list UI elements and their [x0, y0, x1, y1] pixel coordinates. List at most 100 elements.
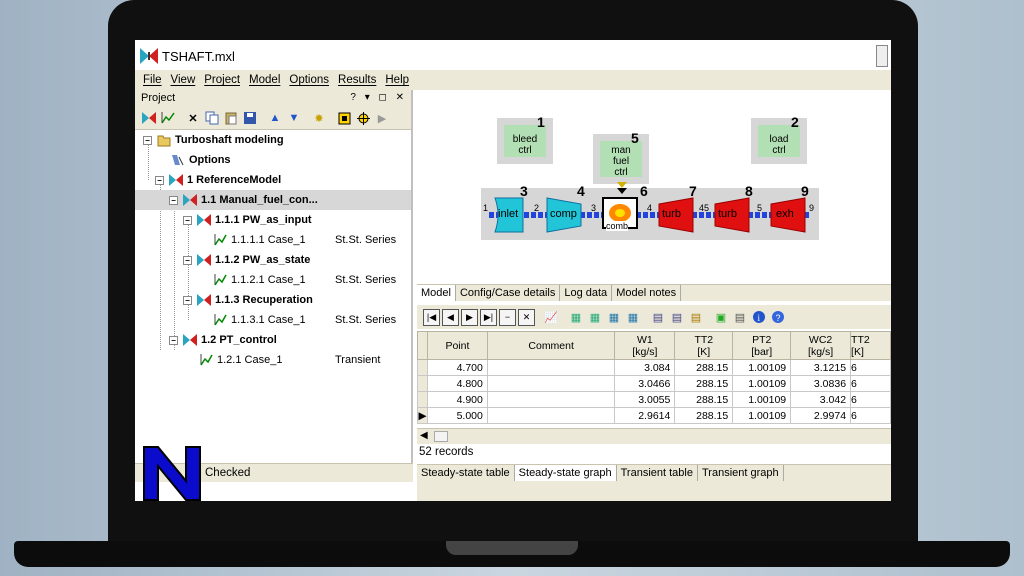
options-icon	[172, 155, 184, 166]
column-icon[interactable]: ▦	[568, 309, 584, 325]
cancel-edit-icon[interactable]: ✕	[518, 308, 535, 326]
info-icon[interactable]: i	[751, 309, 767, 325]
settings-icon[interactable]: ▤	[732, 309, 748, 325]
tree-item[interactable]: − 1.1.3 Recuperation	[135, 290, 411, 310]
column-remove-icon[interactable]: ▦	[625, 309, 641, 325]
sparkle-icon[interactable]: ✸	[311, 110, 327, 126]
tree-item[interactable]: Options	[135, 150, 411, 170]
tree-item[interactable]: 1.1.3.1 Case_1 St.St. Series	[135, 310, 411, 330]
model-icon	[197, 214, 211, 226]
tab-steady-state-table[interactable]: Steady-state table	[417, 465, 515, 481]
model-diagram: bleedctrl 1 manfuelctrl 5 loadctrl 2	[417, 90, 891, 282]
last-record-icon[interactable]: ▶|	[480, 308, 497, 326]
horizontal-scrollbar[interactable]: ◀	[417, 428, 891, 444]
export-icon[interactable]: ▤	[650, 309, 666, 325]
title-bar: TSHAFT.mxl	[135, 40, 891, 70]
project-tree: − Turboshaft modeling Options − 1 Refere…	[135, 130, 411, 370]
component-number: 7	[689, 183, 697, 199]
paste-table-icon[interactable]: ▤	[688, 309, 704, 325]
tab-model-notes[interactable]: Model notes	[612, 285, 682, 301]
power-turbine-label[interactable]: turb	[718, 208, 737, 220]
inlet-label[interactable]: inlet	[498, 208, 518, 220]
column-header[interactable]: W1 [kg/s]	[614, 331, 676, 360]
current-row-marker: ▶	[417, 407, 428, 424]
column-header[interactable]: TT2 [K]	[674, 331, 734, 360]
component-number: 9	[801, 183, 809, 199]
compressor-label[interactable]: comp	[550, 208, 577, 220]
station-number: 3	[591, 203, 597, 213]
save-icon[interactable]	[242, 110, 258, 126]
tree-item[interactable]: − 1.1.2 PW_as_state	[135, 250, 411, 270]
scroll-thumb[interactable]	[434, 431, 448, 442]
menu-bar: File View Project Model Options Results …	[135, 70, 891, 90]
manual-fuel-control-block[interactable]: man fuel ctrl	[593, 134, 649, 184]
tab-config-case-details[interactable]: Config/Case details	[456, 285, 561, 301]
column-header[interactable]: Comment	[486, 331, 616, 360]
tab-steady-state-graph[interactable]: Steady-state graph	[514, 465, 617, 481]
tab-log-data[interactable]: Log data	[560, 285, 613, 301]
record-count: 52 records	[419, 446, 474, 458]
import-icon[interactable]: ▣	[713, 309, 729, 325]
scroll-left-icon[interactable]: ◀	[420, 430, 428, 441]
crosshair-icon[interactable]	[355, 110, 371, 126]
copy-table-icon[interactable]: ▤	[669, 309, 685, 325]
frame-icon[interactable]	[336, 110, 352, 126]
component-number: 5	[631, 130, 639, 146]
column-add-icon[interactable]: ▦	[587, 309, 603, 325]
column-header[interactable]: WC2 [kg/s]	[790, 331, 852, 360]
menu-project[interactable]: Project	[204, 74, 240, 86]
table-row[interactable]: 4.900 3.0055 288.15 1.00109 3.042 6	[417, 391, 891, 408]
prev-record-icon[interactable]: ◀	[442, 308, 459, 326]
table-row[interactable]: 4.800 3.0466 288.15 1.00109 3.0836 6	[417, 375, 891, 392]
tree-item[interactable]: − 1.2 PT_control	[135, 330, 411, 350]
new-case-icon[interactable]	[160, 110, 176, 126]
model-icon	[183, 194, 197, 206]
combustor-label[interactable]: comb	[606, 221, 629, 231]
column-header[interactable]: TT2 [K]	[850, 331, 891, 360]
column-move-icon[interactable]: ▦	[606, 309, 622, 325]
model-icon	[197, 254, 211, 266]
tab-model[interactable]: Model	[417, 285, 456, 301]
tree-item[interactable]: 1.2.1 Case_1 Transient	[135, 350, 411, 370]
menu-help[interactable]: Help	[385, 74, 409, 86]
tree-item[interactable]: − Turboshaft modeling	[135, 130, 407, 150]
tree-item[interactable]: − 1.1 Manual_fuel_con...	[135, 190, 411, 210]
next-record-icon[interactable]: ▶	[461, 308, 478, 326]
exhaust-label[interactable]: exh	[776, 208, 794, 220]
move-up-icon[interactable]: ▲	[267, 110, 283, 126]
model-icon	[197, 294, 211, 306]
tree-item[interactable]: 1.1.1.1 Case_1 St.St. Series	[135, 230, 411, 250]
tree-item[interactable]: 1.1.2.1 Case_1 St.St. Series	[135, 270, 411, 290]
first-record-icon[interactable]: |◀	[423, 308, 440, 326]
case-graph-icon	[200, 354, 213, 366]
delete-record-icon[interactable]: −	[499, 308, 516, 326]
new-model-icon[interactable]	[141, 110, 157, 126]
run-icon[interactable]: ▶	[374, 110, 390, 126]
project-panel-title: Project	[141, 92, 176, 104]
graph-icon[interactable]: 📈	[543, 309, 559, 325]
panel-window-controls[interactable]: ? ▾ ◻ ✕	[350, 92, 407, 103]
tab-transient-graph[interactable]: Transient graph	[698, 465, 784, 481]
turbine-label[interactable]: turb	[662, 208, 681, 220]
menu-model[interactable]: Model	[249, 74, 280, 86]
component-number: 2	[791, 114, 799, 130]
channel-logo	[143, 446, 201, 501]
menu-results[interactable]: Results	[338, 74, 376, 86]
delete-icon[interactable]: ✕	[185, 110, 201, 126]
column-header[interactable]: PT2 [bar]	[732, 331, 792, 360]
menu-view[interactable]: View	[171, 74, 196, 86]
move-down-icon[interactable]: ▼	[286, 110, 302, 126]
column-header[interactable]: Point	[426, 331, 488, 360]
tab-transient-table[interactable]: Transient table	[617, 465, 698, 481]
tree-item[interactable]: − 1 ReferenceModel	[135, 170, 411, 190]
menu-file[interactable]: File	[143, 74, 162, 86]
tree-item[interactable]: − 1.1.1 PW_as_input	[135, 210, 411, 230]
station-number: 9	[809, 203, 815, 213]
paste-icon[interactable]	[223, 110, 239, 126]
table-row[interactable]: 4.700 3.084 288.15 1.00109 3.1215 6	[417, 359, 891, 376]
window-button[interactable]	[876, 45, 888, 67]
menu-options[interactable]: Options	[289, 74, 329, 86]
table-row[interactable]: ▶ 5.000 2.9614 288.15 1.00109 2.9974 6	[417, 407, 891, 424]
help-icon[interactable]: ?	[770, 309, 786, 325]
copy-icon[interactable]	[204, 110, 220, 126]
